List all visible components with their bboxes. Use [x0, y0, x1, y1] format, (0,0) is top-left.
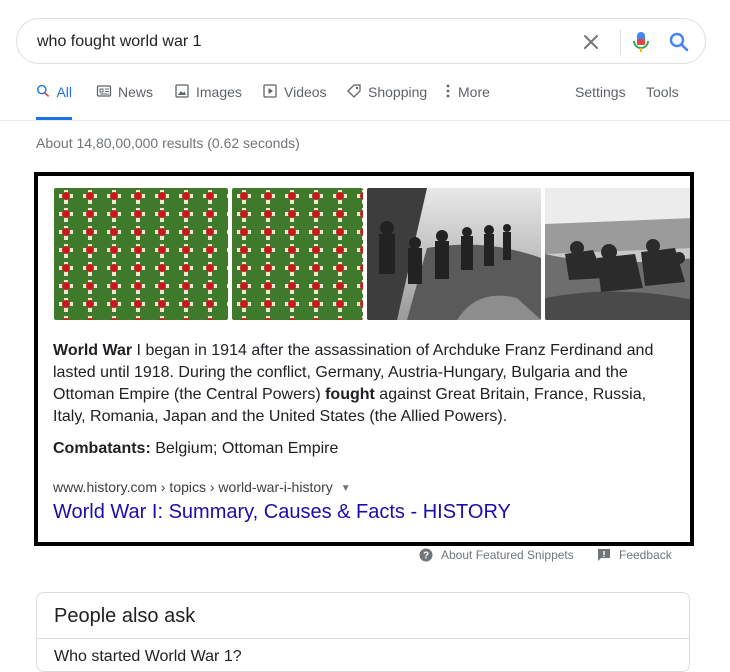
tab-label: More [458, 84, 490, 100]
tabs-divider [0, 120, 730, 121]
desc-bold: World War [53, 342, 133, 359]
settings-link[interactable]: Settings [575, 84, 626, 120]
tab-all[interactable]: All [36, 84, 72, 120]
search-tabs: All News Images Videos Shopping More Set… [0, 84, 730, 120]
breadcrumb-text: www.history.com › topics › world-war-i-h… [53, 479, 333, 495]
caret-down-icon[interactable]: ▼ [341, 483, 351, 494]
image-icon [175, 84, 189, 98]
combatants: Combatants: Belgium; Ottoman Empire [53, 440, 338, 458]
tab-news[interactable]: News [96, 84, 153, 120]
soldiers-trench-image[interactable] [367, 188, 541, 320]
combatants-label: Combatants: [53, 440, 151, 457]
help-icon: ? [419, 548, 433, 562]
tab-shopping[interactable]: Shopping [346, 84, 427, 120]
featured-snippet: World War I began in 1914 after the assa… [34, 172, 694, 546]
tab-label: Shopping [368, 84, 428, 100]
paa-divider [37, 638, 689, 639]
tab-label: Videos [284, 84, 327, 100]
feedback-label: Feedback [619, 548, 672, 562]
about-featured-snippets-link[interactable]: ? About Featured Snippets [419, 548, 574, 562]
soldiers-trench-image[interactable] [545, 188, 690, 320]
more-vert-icon [446, 84, 450, 98]
people-also-ask: People also ask Who started World War 1? [36, 592, 690, 672]
search-divider [620, 29, 621, 55]
about-featured-snippets: About Featured Snippets [441, 548, 574, 562]
tools-link[interactable]: Tools [646, 84, 679, 120]
result-stats: About 14,80,00,000 results (0.62 seconds… [36, 135, 300, 151]
result-title-link[interactable]: World War I: Summary, Causes & Facts - H… [53, 501, 511, 524]
tab-label: Images [196, 84, 242, 100]
news-icon [96, 85, 112, 97]
microphone-icon[interactable] [630, 30, 652, 54]
search-input[interactable]: who fought world war 1 [37, 33, 202, 51]
paa-question[interactable]: Who started World War 1? [54, 648, 242, 666]
poppy-crosses-image[interactable] [54, 188, 228, 320]
breadcrumb: www.history.com › topics › world-war-i-h… [53, 479, 351, 495]
combatants-value: Belgium; Ottoman Empire [150, 440, 339, 457]
svg-text:?: ? [423, 551, 429, 562]
people-also-ask-title: People also ask [54, 605, 196, 627]
feedback-link[interactable]: Feedback [597, 548, 672, 562]
video-icon [263, 84, 277, 98]
desc-bold: fought [325, 386, 375, 403]
tab-videos[interactable]: Videos [262, 84, 327, 120]
tab-label: News [118, 84, 154, 100]
search-icon [37, 84, 50, 97]
clear-icon[interactable] [581, 32, 601, 52]
tab-more[interactable]: More [444, 84, 490, 120]
tag-icon [347, 84, 361, 98]
feedback-icon [598, 549, 610, 561]
snippet-description: World War I began in 1914 after the assa… [53, 340, 663, 428]
search-icon[interactable] [668, 31, 690, 53]
poppy-crosses-image[interactable] [232, 188, 363, 320]
tab-label: All [56, 84, 72, 100]
search-box[interactable]: who fought world war 1 [16, 18, 706, 64]
tab-images[interactable]: Images [174, 84, 242, 120]
snippet-images [54, 188, 690, 320]
